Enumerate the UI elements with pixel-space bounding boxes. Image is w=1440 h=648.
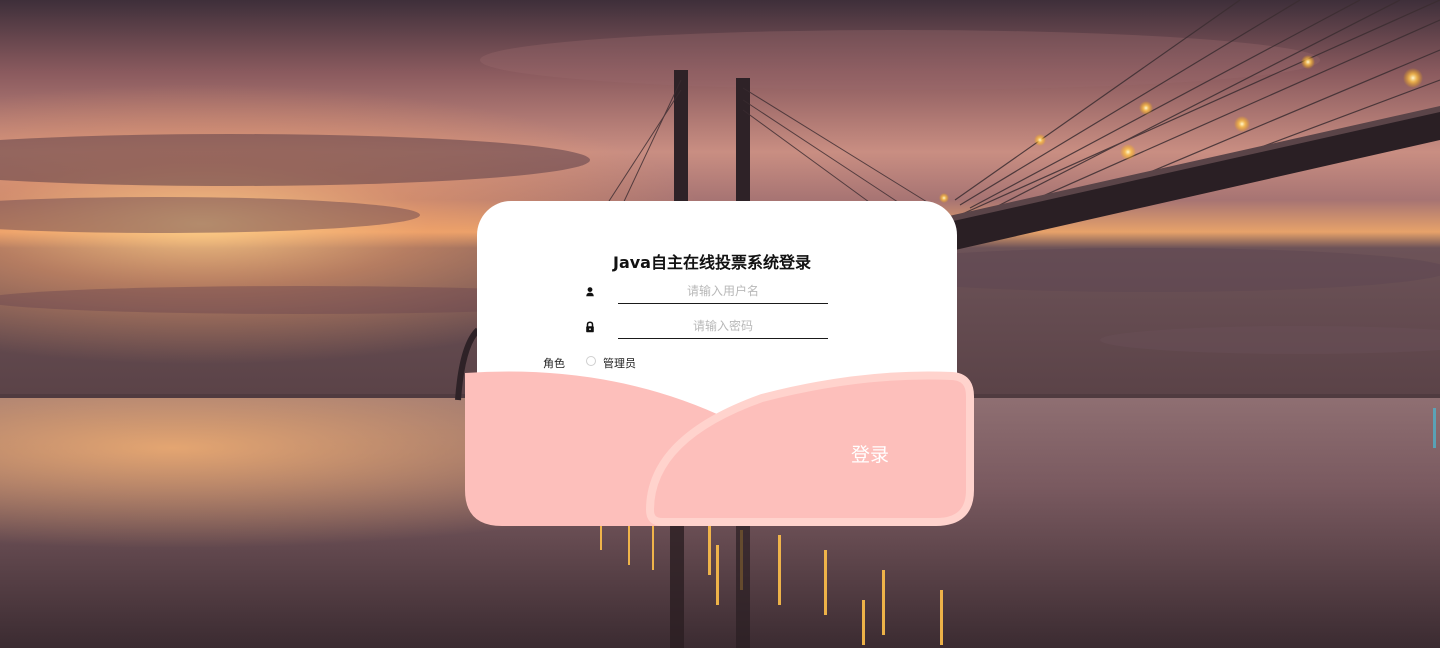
user-icon [586, 287, 594, 297]
role-radio-admin[interactable] [586, 356, 596, 366]
password-row [583, 314, 833, 340]
right-wave [645, 371, 974, 526]
username-input[interactable] [618, 279, 828, 304]
login-button[interactable]: 登录 [830, 436, 910, 470]
lock-icon [586, 321, 594, 333]
page-title: Java自主在线投票系统登录 [613, 253, 811, 272]
password-input[interactable] [618, 314, 828, 339]
username-row [583, 279, 833, 305]
